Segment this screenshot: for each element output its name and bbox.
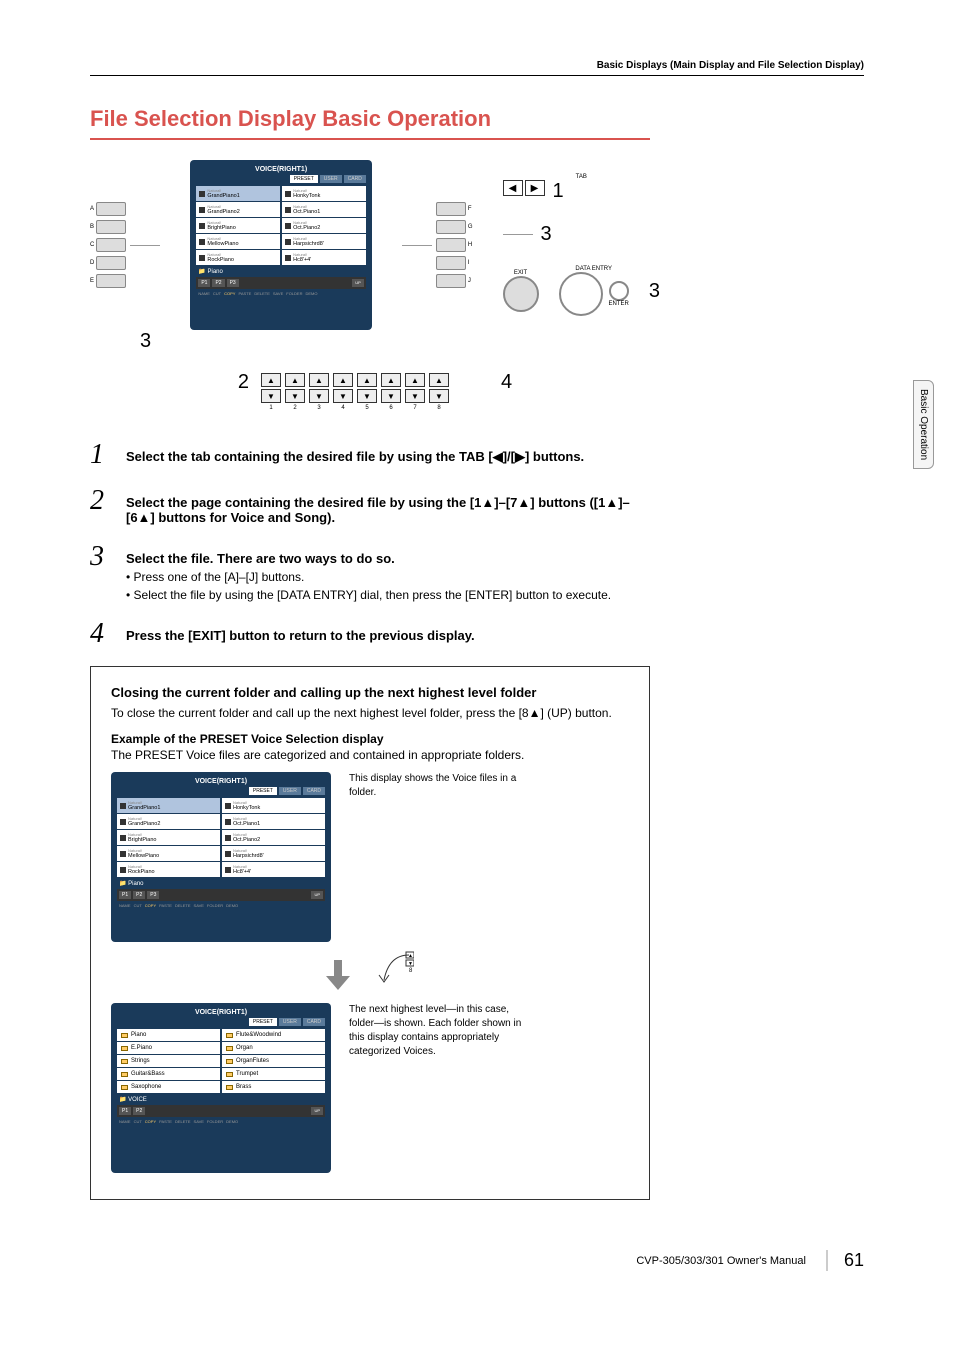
- exit-button[interactable]: [503, 276, 539, 312]
- voice-item: Natural!MellowPiano: [196, 234, 280, 249]
- step-4: 4 Press the [EXIT] button to return to t…: [90, 620, 650, 648]
- button-d[interactable]: [96, 256, 126, 270]
- down-button-1[interactable]: ▼: [261, 389, 281, 403]
- voice-item: Natural!Harpsichrd8': [222, 846, 325, 861]
- svg-text:▼: ▼: [408, 961, 413, 967]
- button-h[interactable]: [436, 238, 466, 252]
- step-1: 1 Select the tab containing the desired …: [90, 441, 650, 469]
- example-screen-2: VOICE(RIGHT1) PRESET USER CARD PianoE.Pi…: [111, 1003, 331, 1173]
- voice-item: Natural!GrandPiano1: [196, 186, 280, 201]
- down-button-7[interactable]: ▼: [405, 389, 425, 403]
- folder-item: E.Piano: [117, 1042, 220, 1054]
- button-b[interactable]: [96, 220, 126, 234]
- folder-item: Brass: [222, 1081, 325, 1093]
- page-footer: CVP-305/303/301 Owner's Manual 61: [90, 1250, 864, 1271]
- up-button-4[interactable]: ▲: [333, 373, 353, 387]
- caption-2: The next highest level—in this case, fol…: [349, 1003, 529, 1059]
- page-header: Basic Displays (Main Display and File Se…: [90, 60, 864, 76]
- caption-1: This display shows the Voice files in a …: [349, 772, 529, 800]
- voice-item: Natural!BrightPiano: [117, 830, 220, 845]
- voice-item: Natural!GrandPiano2: [117, 814, 220, 829]
- voice-item: Natural!Oct.Piano1: [222, 814, 325, 829]
- folder-item: Piano: [117, 1029, 220, 1041]
- down-arrow-icon: ▲ ▼8: [111, 950, 629, 995]
- lcd-screen: VOICE(RIGHT1) PRESET USER CARD Natural!G…: [190, 160, 372, 330]
- enter-button[interactable]: [609, 281, 629, 301]
- down-button-8[interactable]: ▼: [429, 389, 449, 403]
- voice-item: Natural!Hc8'+4': [222, 862, 325, 877]
- button-j[interactable]: [436, 274, 466, 288]
- up-button-7[interactable]: ▲: [405, 373, 425, 387]
- voice-item: Natural!Oct.Piano2: [282, 218, 366, 233]
- voice-item: Natural!RockPiano: [117, 862, 220, 877]
- button-i[interactable]: [436, 256, 466, 270]
- voice-item: Natural!Oct.Piano1: [282, 202, 366, 217]
- down-button-3[interactable]: ▼: [309, 389, 329, 403]
- step-2: 2 Select the page containing the desired…: [90, 487, 650, 525]
- folder-item: Saxophone: [117, 1081, 220, 1093]
- voice-item: Natural!HonkyTonk: [282, 186, 366, 201]
- folder-item: Trumpet: [222, 1068, 325, 1080]
- svg-text:8: 8: [409, 968, 413, 974]
- down-button-4[interactable]: ▼: [333, 389, 353, 403]
- voice-item: Natural!BrightPiano: [196, 218, 280, 233]
- voice-item: Natural!GrandPiano1: [117, 798, 220, 813]
- voice-item: Natural!GrandPiano2: [196, 202, 280, 217]
- folder-item: Flute&Woodwind: [222, 1029, 325, 1041]
- folder-item: Strings: [117, 1055, 220, 1067]
- control-diagram: A B C D E VOICE(RIGHT1) PRESET USER CARD…: [90, 160, 660, 411]
- down-button-2[interactable]: ▼: [285, 389, 305, 403]
- down-button-5[interactable]: ▼: [357, 389, 377, 403]
- step-3: 3 Select the file. There are two ways to…: [90, 543, 650, 602]
- button-g[interactable]: [436, 220, 466, 234]
- up-button-6[interactable]: ▲: [381, 373, 401, 387]
- folder-item: OrganFlutes: [222, 1055, 325, 1067]
- up-button-2[interactable]: ▲: [285, 373, 305, 387]
- voice-item: Natural!RockPiano: [196, 250, 280, 265]
- up-button-3[interactable]: ▲: [309, 373, 329, 387]
- svg-text:▲: ▲: [408, 953, 413, 959]
- up-button-1[interactable]: ▲: [261, 373, 281, 387]
- up-button-8[interactable]: ▲: [429, 373, 449, 387]
- voice-item: Natural!Oct.Piano2: [222, 830, 325, 845]
- button-c[interactable]: [96, 238, 126, 252]
- data-entry-dial[interactable]: [559, 272, 603, 316]
- side-page-tab: Basic Operation: [913, 380, 934, 469]
- voice-item: Natural!MellowPiano: [117, 846, 220, 861]
- steps-list: 1 Select the tab containing the desired …: [90, 441, 650, 648]
- voice-item: Natural!Harpsichrd8': [282, 234, 366, 249]
- folder-item: Guitar&Bass: [117, 1068, 220, 1080]
- down-button-6[interactable]: ▼: [381, 389, 401, 403]
- example-screen-1: VOICE(RIGHT1) PRESET USER CARD Natural!G…: [111, 772, 331, 942]
- tab-right-button[interactable]: ▶: [525, 180, 545, 196]
- button-e[interactable]: [96, 274, 126, 288]
- main-title: File Selection Display Basic Operation: [90, 106, 650, 140]
- folder-item: Organ: [222, 1042, 325, 1054]
- info-box: Closing the current folder and calling u…: [90, 666, 650, 1200]
- voice-item: Natural!HonkyTonk: [222, 798, 325, 813]
- tab-left-button[interactable]: ◀: [503, 180, 523, 196]
- button-a[interactable]: [96, 202, 126, 216]
- voice-item: Natural!Hc8'+4': [282, 250, 366, 265]
- up-button-5[interactable]: ▲: [357, 373, 377, 387]
- button-f[interactable]: [436, 202, 466, 216]
